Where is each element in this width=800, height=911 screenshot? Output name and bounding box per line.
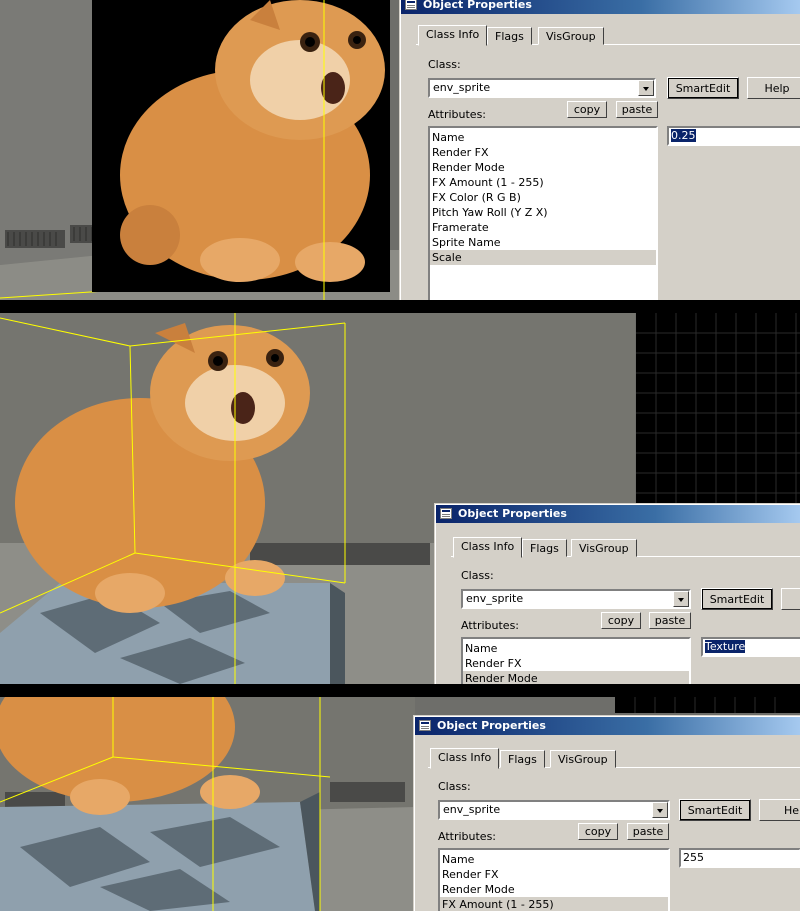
list-item-framerate[interactable]: Framerate [430,220,656,235]
dialog-titlebar[interactable]: Object Properties [401,0,800,14]
ortho-grid-view [636,313,800,508]
dialog-title: Object Properties [423,0,532,11]
list-item-name[interactable]: Name [430,130,656,145]
paste-button[interactable]: paste [616,101,658,118]
list-item-render-mode[interactable]: Render Mode [430,160,656,175]
paste-button[interactable]: paste [627,823,669,840]
list-item-scale[interactable]: Scale [430,250,656,265]
help-button[interactable] [781,588,800,610]
tab-visgroup[interactable]: VisGroup [571,539,637,557]
help-button[interactable]: Hel [759,799,800,821]
chevron-down-icon[interactable] [652,802,668,818]
tab-flags[interactable]: Flags [500,750,545,768]
list-item-fx-amount[interactable]: FX Amount (1 - 255) [430,175,656,190]
class-label: Class: [461,569,494,582]
class-dropdown-value: env_sprite [466,592,524,605]
dialog-title: Object Properties [437,719,546,732]
attribute-value-field[interactable]: 0.25 [667,126,800,146]
attributes-label: Attributes: [438,830,497,843]
tab-class-info[interactable]: Class Info [453,537,523,558]
list-item-render-fx[interactable]: Render FX [463,656,689,671]
list-item-sprite-name[interactable]: Sprite Name [430,235,656,250]
class-label: Class: [428,58,461,71]
panel-3: Object Properties Class Info Flags VisGr… [0,697,800,911]
smartedit-button[interactable]: SmartEdit [701,588,773,610]
copy-button[interactable]: copy [567,101,607,118]
help-button[interactable]: Help [747,77,800,99]
dialog-title: Object Properties [458,507,567,520]
properties-window-icon [440,508,452,519]
attributes-label: Attributes: [428,108,487,121]
list-item-render-fx[interactable]: Render FX [440,867,668,882]
tab-class-info[interactable]: Class Info [430,748,500,769]
attribute-value-text: 255 [683,851,704,864]
attributes-list[interactable]: Name Render FX Render Mode FX Amount (1 … [428,126,658,300]
list-item-fx-amount[interactable]: FX Amount (1 - 255) [440,897,668,911]
panel-2: Object Properties Class Info Flags VisGr… [0,313,800,684]
paste-button[interactable]: paste [649,612,691,629]
tab-visgroup[interactable]: VisGroup [550,750,616,768]
attributes-list[interactable]: Name Render FX Render Mode [461,637,691,684]
attributes-list[interactable]: Name Render FX Render Mode FX Amount (1 … [438,848,670,911]
list-item-render-fx[interactable]: Render FX [430,145,656,160]
dialog-titlebar[interactable]: Object Properties [436,505,800,523]
tab-flags[interactable]: Flags [522,539,567,557]
class-dropdown[interactable]: env_sprite [461,589,691,609]
list-item-fx-color[interactable]: FX Color (R G B) [430,190,656,205]
attribute-value-field[interactable]: 255 [679,848,800,868]
smartedit-button[interactable]: SmartEdit [679,799,751,821]
attribute-value-field[interactable]: Texture [701,637,800,657]
class-dropdown[interactable]: env_sprite [438,800,670,820]
dialog-titlebar[interactable]: Object Properties [415,717,800,735]
properties-window-icon [419,720,431,731]
panel-1: Object Properties Class Info Flags VisGr… [0,0,800,300]
tab-class-info[interactable]: Class Info [418,25,488,46]
copy-button[interactable]: copy [601,612,641,629]
object-properties-dialog: Object Properties Class Info Flags VisGr… [414,716,800,911]
ortho-grid-view [615,697,800,713]
class-dropdown[interactable]: env_sprite [428,78,656,98]
class-dropdown-value: env_sprite [433,81,491,94]
list-item-name[interactable]: Name [440,852,668,867]
copy-button[interactable]: copy [578,823,618,840]
attribute-value-text: 0.25 [671,129,696,142]
object-properties-dialog: Object Properties Class Info Flags VisGr… [435,504,800,684]
chevron-down-icon[interactable] [638,80,654,96]
list-item-pitch-yaw-roll[interactable]: Pitch Yaw Roll (Y Z X) [430,205,656,220]
object-properties-dialog: Object Properties Class Info Flags VisGr… [400,0,800,300]
attributes-label: Attributes: [461,619,520,632]
chevron-down-icon[interactable] [673,591,689,607]
tab-flags[interactable]: Flags [487,27,532,45]
list-item-render-mode[interactable]: Render Mode [440,882,668,897]
list-item-render-mode[interactable]: Render Mode [463,671,689,684]
smartedit-button[interactable]: SmartEdit [667,77,739,99]
class-label: Class: [438,780,471,793]
tab-visgroup[interactable]: VisGroup [538,27,604,45]
list-item-name[interactable]: Name [463,641,689,656]
attribute-value-text: Texture [705,640,746,653]
properties-window-icon [405,0,417,10]
class-dropdown-value: env_sprite [443,803,501,816]
